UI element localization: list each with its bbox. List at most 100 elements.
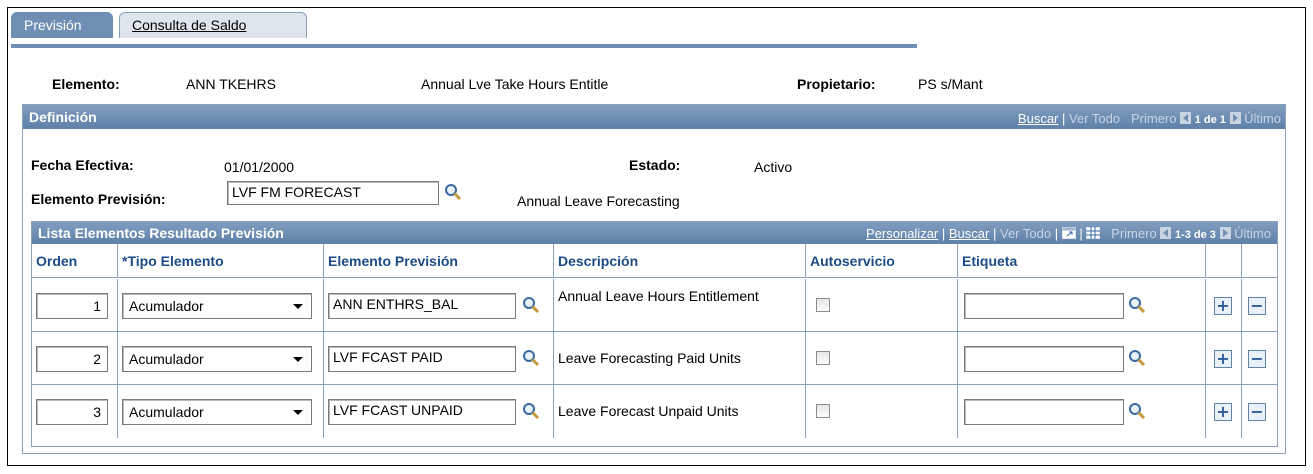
ver-todo-link[interactable]: Ver Todo <box>1069 111 1120 126</box>
grid-row-count: 1-3 de 3 <box>1174 229 1216 241</box>
orden-input[interactable]: 1 <box>36 293 108 319</box>
remove-row-button[interactable]: − <box>1248 403 1266 421</box>
fecha-efectiva-value: 01/01/2000 <box>224 159 295 175</box>
tipo-elemento-select[interactable]: Acumulador <box>122 346 312 372</box>
autoservicio-cell <box>806 385 958 438</box>
lookup-icon[interactable] <box>522 349 540 367</box>
elemento-prevision-field[interactable]: LVF FCAST UNPAID <box>328 399 516 425</box>
table-row: 1 Acumulador ANN ENTHRS_BAL Annual Leave… <box>32 279 1277 332</box>
table-row: 2 Acumulador LVF FCAST PAID Leave Foreca… <box>32 332 1277 385</box>
descripcion-cell: Leave Forecasting Paid Units <box>554 332 806 384</box>
etiqueta-input[interactable] <box>964 293 1124 319</box>
grid-buscar-link[interactable]: Buscar <box>949 226 989 241</box>
lookup-icon[interactable] <box>522 296 540 314</box>
tab-consulta-saldo[interactable]: Consulta de Saldo <box>119 12 307 38</box>
etiqueta-input[interactable] <box>964 399 1124 425</box>
personalizar-link[interactable]: Personalizar <box>866 226 938 241</box>
col-autoservicio[interactable]: Autoservicio <box>806 244 958 278</box>
etiqueta-cell <box>958 279 1206 331</box>
etiqueta-input[interactable] <box>964 346 1124 372</box>
chevron-down-icon <box>293 357 303 362</box>
elemento-prevision-field[interactable]: ANN ENTHRS_BAL <box>328 293 516 319</box>
lookup-icon[interactable] <box>444 183 462 201</box>
autoservicio-checkbox[interactable] <box>816 404 830 418</box>
estado-value: Activo <box>754 159 793 175</box>
remove-row-button[interactable]: − <box>1248 297 1266 315</box>
propietario-label: Propietario: <box>797 76 876 92</box>
tipo-cell: Acumulador <box>118 279 324 331</box>
elemento-prevision-label: Elemento Previsión: <box>31 191 166 207</box>
add-cell: + <box>1206 279 1242 331</box>
grid-primero-link[interactable]: Primero <box>1111 226 1157 241</box>
col-elemento-prevision[interactable]: Elemento Previsión <box>324 244 554 278</box>
lookup-icon[interactable] <box>522 402 540 420</box>
orden-cell: 1 <box>32 279 118 331</box>
new-window-icon[interactable] <box>1061 227 1076 239</box>
next-arrow-icon[interactable] <box>1229 112 1241 124</box>
col-remove <box>1242 244 1278 278</box>
definicion-title: Definición <box>29 109 97 125</box>
ultimo-link[interactable]: Último <box>1244 111 1281 126</box>
autoservicio-cell <box>806 279 958 331</box>
tab-underline <box>11 44 917 48</box>
col-add <box>1206 244 1242 278</box>
col-etiqueta[interactable]: Etiqueta <box>958 244 1206 278</box>
tipo-elemento-value: Acumulador <box>129 351 204 367</box>
remove-cell: − <box>1242 279 1278 331</box>
elemento-prevision-desc: Annual Leave Forecasting <box>517 193 680 209</box>
definicion-panel: Definición Buscar | Ver Todo Primero 1 d… <box>22 104 1286 454</box>
elemento-prevision-field[interactable]: LVF FCAST PAID <box>328 346 516 372</box>
col-orden[interactable]: Orden <box>32 244 118 278</box>
elemento-code: ANN TKEHRS <box>186 76 276 92</box>
remove-cell: − <box>1242 385 1278 438</box>
buscar-link[interactable]: Buscar <box>1018 111 1058 126</box>
definicion-nav: Buscar | Ver Todo Primero 1 de 1 Último <box>1017 111 1281 126</box>
primero-link[interactable]: Primero <box>1131 111 1177 126</box>
grid-next-arrow-icon[interactable] <box>1219 227 1231 239</box>
orden-cell: 2 <box>32 332 118 384</box>
table-row: 3 Acumulador LVF FCAST UNPAID Leave Fore… <box>32 385 1277 438</box>
remove-cell: − <box>1242 332 1278 384</box>
prev-arrow-icon[interactable] <box>1180 112 1192 124</box>
chevron-down-icon <box>293 304 303 309</box>
lookup-icon[interactable] <box>1128 349 1146 367</box>
definicion-header: Definición Buscar | Ver Todo Primero 1 d… <box>23 105 1285 129</box>
tab-prevision[interactable]: Previsión <box>11 12 113 38</box>
descripcion-text: Leave Forecast Unpaid Units <box>558 403 739 419</box>
lookup-icon[interactable] <box>1128 296 1146 314</box>
autoservicio-checkbox[interactable] <box>816 298 830 312</box>
col-tipo-elemento[interactable]: *Tipo Elemento <box>118 244 324 278</box>
orden-input[interactable]: 2 <box>36 346 108 372</box>
add-row-button[interactable]: + <box>1214 403 1232 421</box>
autoservicio-checkbox[interactable] <box>816 351 830 365</box>
tipo-cell: Acumulador <box>118 332 324 384</box>
tipo-elemento-select[interactable]: Acumulador <box>122 293 312 319</box>
grid-prev-arrow-icon[interactable] <box>1160 227 1172 239</box>
add-row-button[interactable]: + <box>1214 297 1232 315</box>
elemento-prevision-input[interactable]: LVF FM FORECAST <box>227 181 439 205</box>
elemento-cell: ANN ENTHRS_BAL <box>324 279 554 331</box>
remove-row-button[interactable]: − <box>1248 350 1266 368</box>
grid-ver-todo-link[interactable]: Ver Todo <box>1000 226 1051 241</box>
elemento-cell: LVF FCAST PAID <box>324 332 554 384</box>
chevron-down-icon <box>293 410 303 415</box>
add-row-button[interactable]: + <box>1214 350 1232 368</box>
column-header-row: Orden *Tipo Elemento Elemento Previsión … <box>32 244 1277 278</box>
propietario-value: PS s/Mant <box>918 76 983 92</box>
fecha-efectiva-label: Fecha Efectiva: <box>31 157 134 173</box>
etiqueta-cell <box>958 385 1206 438</box>
grid-ultimo-link[interactable]: Último <box>1234 226 1271 241</box>
grid-nav: Personalizar | Buscar | Ver Todo | | Pri… <box>866 226 1271 241</box>
orden-input[interactable]: 3 <box>36 399 108 425</box>
autoservicio-cell <box>806 332 958 384</box>
tipo-elemento-select[interactable]: Acumulador <box>122 399 312 425</box>
tipo-cell: Acumulador <box>118 385 324 438</box>
elemento-cell: LVF FCAST UNPAID <box>324 385 554 438</box>
descripcion-text: Leave Forecasting Paid Units <box>558 350 741 366</box>
col-descripcion[interactable]: Descripción <box>554 244 806 278</box>
etiqueta-cell <box>958 332 1206 384</box>
grid-download-icon[interactable] <box>1086 227 1101 239</box>
tipo-elemento-value: Acumulador <box>129 404 204 420</box>
add-cell: + <box>1206 332 1242 384</box>
lookup-icon[interactable] <box>1128 402 1146 420</box>
